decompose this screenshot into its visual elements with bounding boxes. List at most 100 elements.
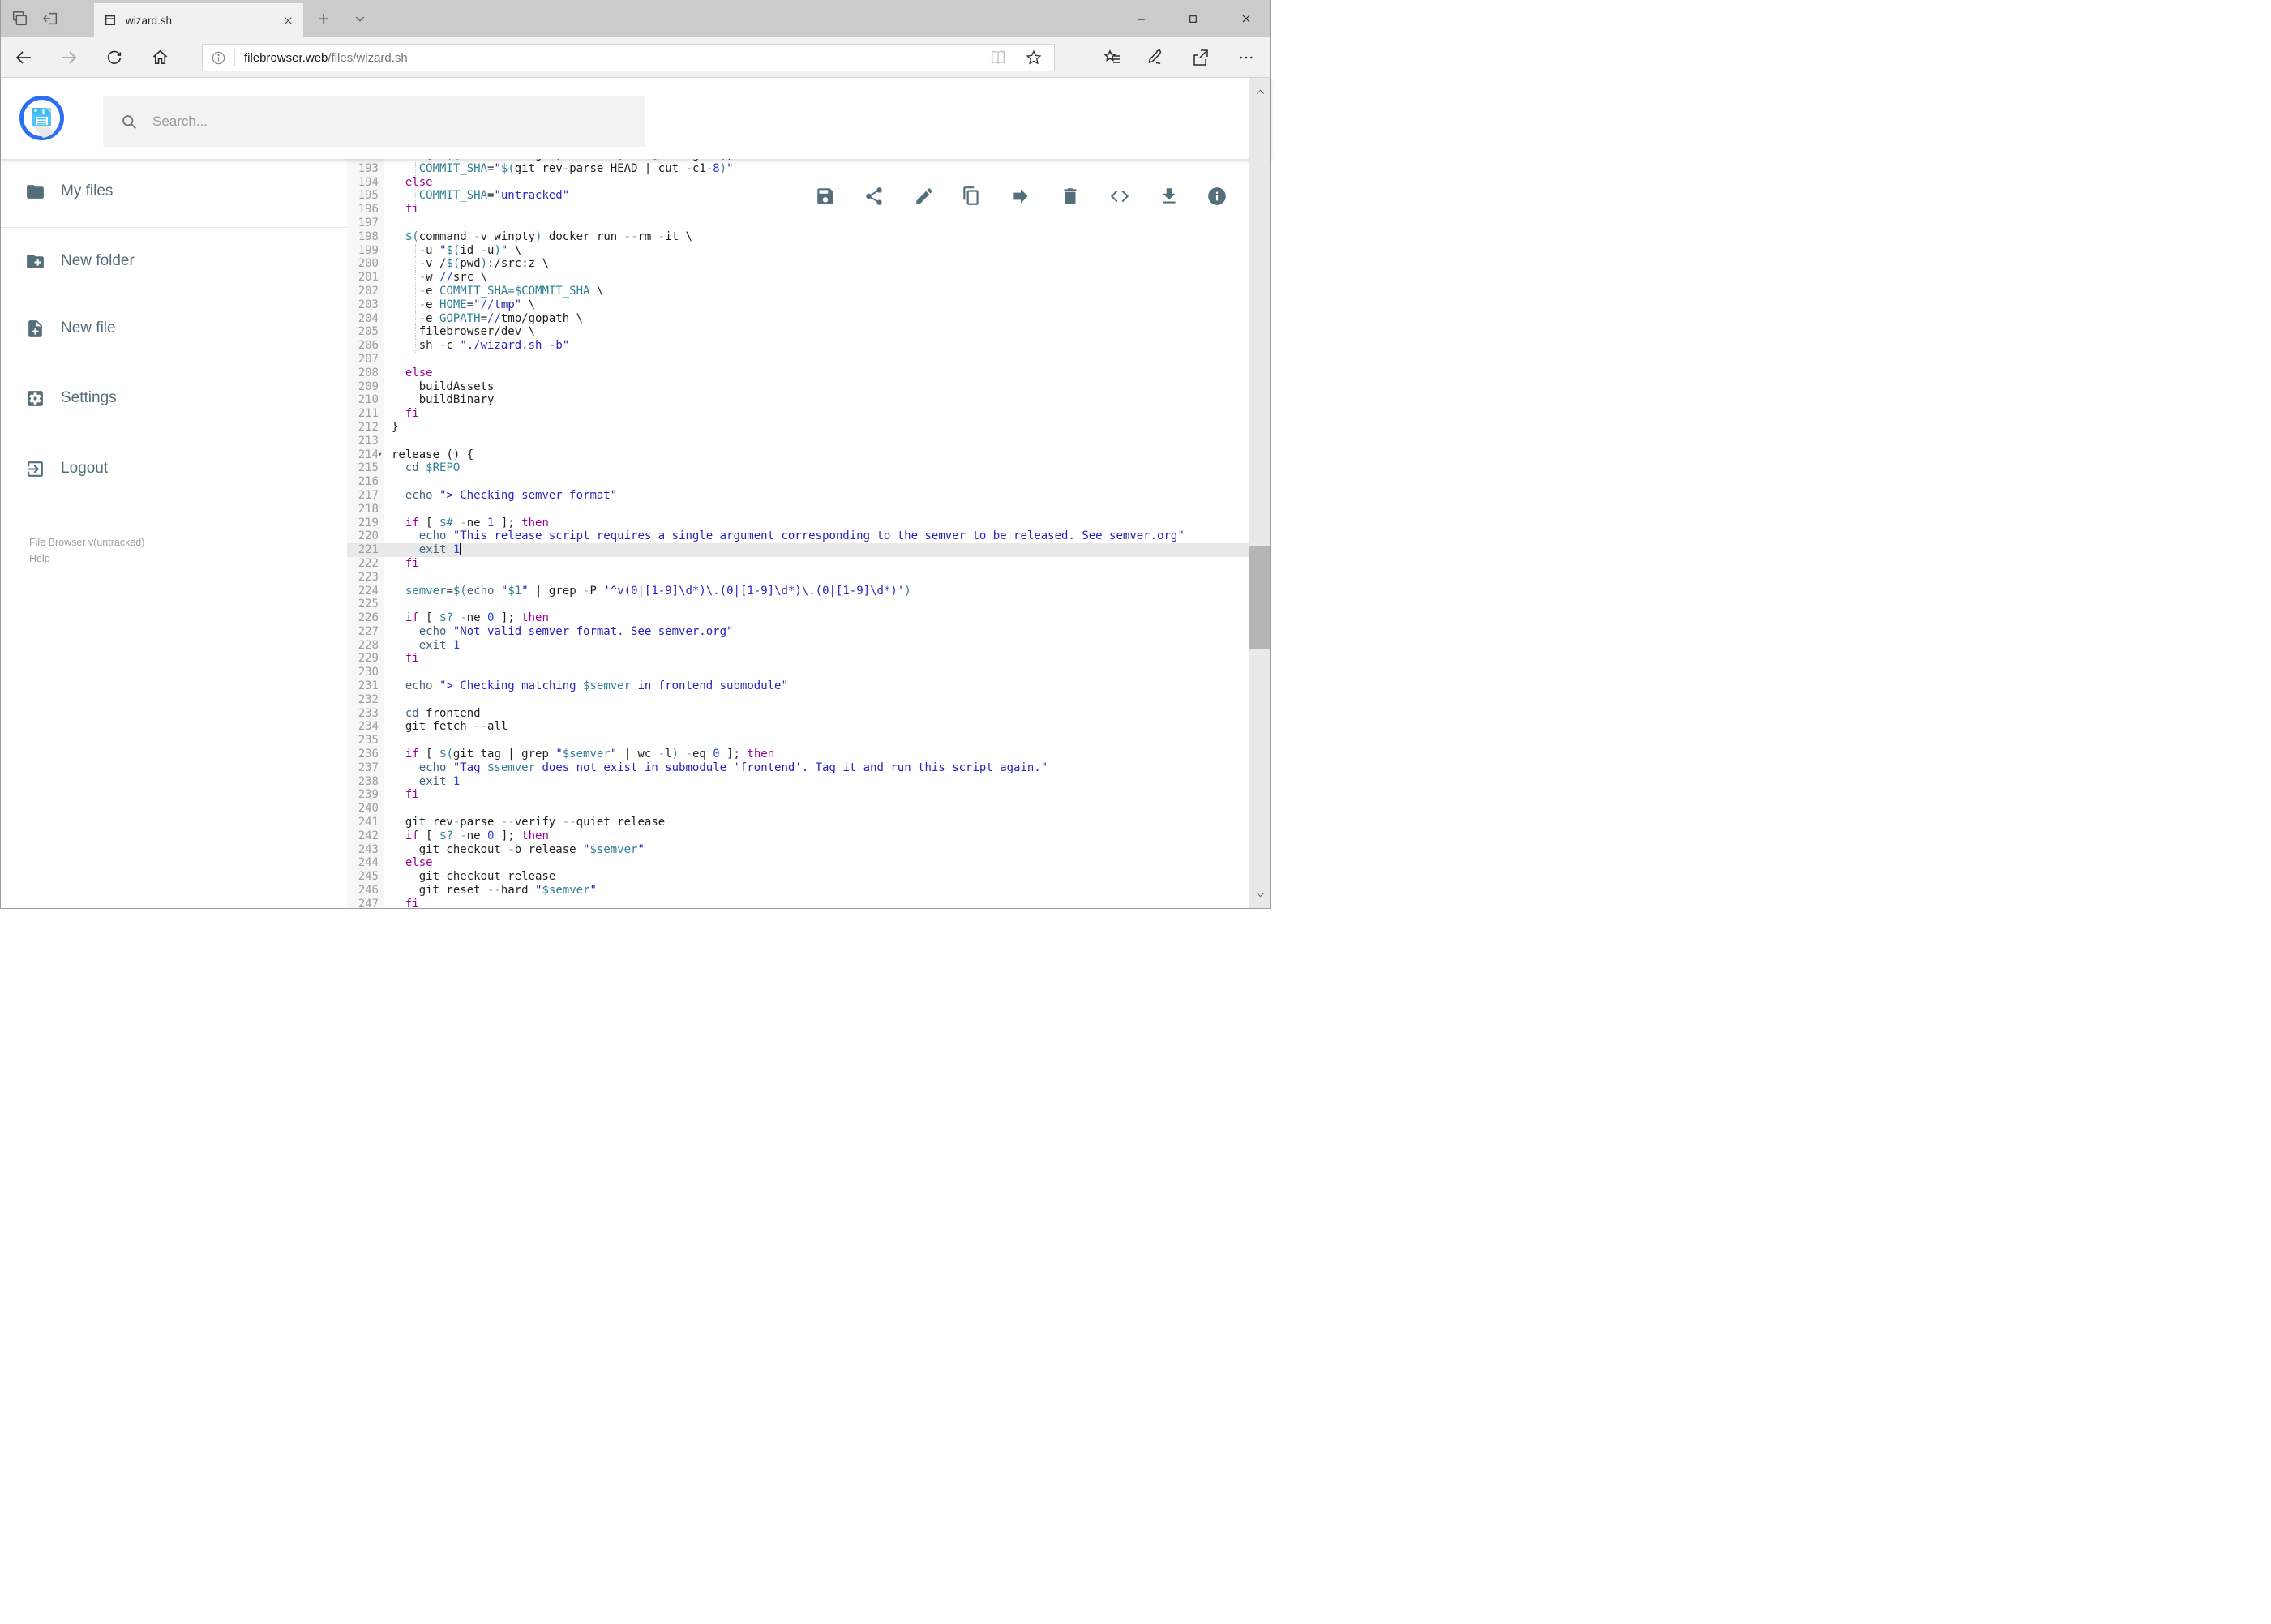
code-line-217[interactable]: 217 echo "> Checking semver format" xyxy=(347,489,1249,503)
sidebar-item-settings[interactable]: Settings xyxy=(1,375,341,421)
settings-more-button[interactable] xyxy=(1228,37,1264,77)
share-button[interactable] xyxy=(1183,37,1219,77)
code-line-204[interactable]: 204 -e GOPATH=//tmp/gopath \ xyxy=(347,311,1249,326)
page-scrollbar[interactable] xyxy=(1249,78,1270,908)
code-line-215[interactable]: 215 cd $REPO xyxy=(347,461,1249,475)
code-line-225[interactable]: 225 xyxy=(347,598,1249,611)
tab-stack-icon xyxy=(11,10,28,28)
code-line-200[interactable]: 200 -v /$(pwd):/src:z \ xyxy=(347,257,1249,272)
browser-tab[interactable]: wizard.sh xyxy=(94,3,303,37)
back-button[interactable] xyxy=(6,37,41,77)
annotate-button[interactable] xyxy=(1138,37,1173,77)
code-line-206[interactable]: 206 sh -c "./wizard.sh -b" xyxy=(347,339,1249,353)
code-line-236[interactable]: 236 if [ $(git tag | grep "$semver" | wc… xyxy=(347,748,1249,761)
floppy-disk-icon xyxy=(32,108,51,126)
scrollbar-thumb[interactable] xyxy=(1249,546,1270,649)
code-line-198[interactable]: 198 $(command -v winpty) docker run --rm… xyxy=(347,230,1249,244)
sidebar-item-logout[interactable]: Logout xyxy=(1,446,341,491)
sidebar-item-new-file[interactable]: New file xyxy=(1,306,341,351)
filebrowser-logo[interactable] xyxy=(19,95,65,141)
code-line-240[interactable]: 240 xyxy=(347,802,1249,816)
code-line-228[interactable]: 228 exit 1 xyxy=(347,639,1249,653)
refresh-button[interactable] xyxy=(96,37,132,77)
code-line-216[interactable]: 216 xyxy=(347,475,1249,489)
code-line-202[interactable]: 202 -e COMMIT_SHA=$COMMIT_SHA \ xyxy=(347,284,1249,298)
code-line-230[interactable]: 230 xyxy=(347,666,1249,679)
reading-view-icon[interactable] xyxy=(989,49,1007,66)
download-button[interactable] xyxy=(1159,186,1180,207)
code-line-232[interactable]: 232 xyxy=(347,693,1249,707)
home-button[interactable] xyxy=(142,37,178,77)
scroll-up-button[interactable] xyxy=(1249,81,1270,102)
code-line-212[interactable]: 212} xyxy=(347,421,1249,435)
code-line-193[interactable]: 193 COMMIT_SHA="$(git rev-parse HEAD | c… xyxy=(347,161,1249,176)
hub-favorites-button[interactable] xyxy=(1095,37,1130,77)
code-line-227[interactable]: 227 echo "Not valid semver format. See s… xyxy=(347,625,1249,639)
tab-close-icon[interactable] xyxy=(283,15,294,26)
tab-preview-button[interactable] xyxy=(7,8,32,29)
code-line-221[interactable]: 221 exit 1 xyxy=(347,543,1249,557)
delete-button[interactable] xyxy=(1060,186,1081,207)
copy-button[interactable] xyxy=(961,186,982,207)
scroll-down-button[interactable] xyxy=(1249,884,1270,905)
code-line-235[interactable]: 235 xyxy=(347,734,1249,748)
code-line-201[interactable]: 201 -w //src \ xyxy=(347,271,1249,285)
raw-code-button[interactable] xyxy=(1109,186,1130,207)
forward-button[interactable] xyxy=(51,37,87,77)
code-line-220[interactable]: 220 echo "This release script requires a… xyxy=(347,529,1249,543)
code-line-246[interactable]: 246 git reset --hard "$semver" xyxy=(347,884,1249,898)
help-link[interactable]: Help xyxy=(29,551,144,567)
new-tab-button[interactable] xyxy=(311,8,336,29)
set-aside-tabs-button[interactable] xyxy=(38,8,62,29)
code-line-247[interactable]: 247 fi xyxy=(347,898,1249,908)
fold-arrow-icon[interactable]: ▾ xyxy=(378,448,382,462)
code-line-226[interactable]: 226 if [ $? -ne 0 ]; then xyxy=(347,611,1249,625)
code-line-229[interactable]: 229 fi xyxy=(347,652,1249,666)
code-line-205[interactable]: 205 filebrowser/dev \ xyxy=(347,325,1249,340)
code-line-208[interactable]: 208 else xyxy=(347,366,1249,380)
code-line-223[interactable]: 223 xyxy=(347,571,1249,585)
code-line-203[interactable]: 203 -e HOME="//tmp" \ xyxy=(347,298,1249,312)
info-button[interactable] xyxy=(1206,186,1228,207)
code-line-218[interactable]: 218 xyxy=(347,503,1249,516)
code-line-209[interactable]: 209 buildAssets xyxy=(347,380,1249,394)
code-line-222[interactable]: 222 fi xyxy=(347,557,1249,571)
code-line-242[interactable]: 242 if [ $? -ne 0 ]; then xyxy=(347,829,1249,843)
save-button[interactable] xyxy=(815,186,836,207)
code-line-243[interactable]: 243 git checkout -b release "$semver" xyxy=(347,843,1249,857)
code-editor[interactable]: 192 if [ "$(command -v git)" != "" ] && … xyxy=(347,159,1249,908)
code-line-238[interactable]: 238 exit 1 xyxy=(347,775,1249,789)
edit-button[interactable] xyxy=(914,186,935,207)
site-info-icon[interactable] xyxy=(211,50,226,66)
code-line-224[interactable]: 224 semver=$(echo "$1" | grep -P '^v(0|[… xyxy=(347,585,1249,598)
code-line-197[interactable]: 197 xyxy=(347,216,1249,230)
code-line-231[interactable]: 231 echo "> Checking matching $semver in… xyxy=(347,679,1249,693)
move-button[interactable] xyxy=(1010,186,1031,207)
address-bar[interactable]: filebrowser.web/files/wizard.sh xyxy=(202,44,1055,71)
code-line-199[interactable]: 199 -u "$(id -u)" \ xyxy=(347,243,1249,258)
window-close-button[interactable] xyxy=(1228,0,1265,37)
code-line-213[interactable]: 213 xyxy=(347,435,1249,448)
search-box[interactable] xyxy=(103,96,645,147)
code-line-214[interactable]: 214 ▾ release () { xyxy=(347,448,1249,462)
code-line-244[interactable]: 244 else xyxy=(347,856,1249,870)
code-line-234[interactable]: 234 git fetch --all xyxy=(347,720,1249,734)
code-line-207[interactable]: 207 xyxy=(347,353,1249,366)
window-maximize-button[interactable] xyxy=(1174,0,1211,37)
code-line-210[interactable]: 210 buildBinary xyxy=(347,393,1249,407)
code-line-219[interactable]: 219 if [ $# -ne 1 ]; then xyxy=(347,516,1249,530)
line-number: 233 xyxy=(358,706,379,720)
code-line-237[interactable]: 237 echo "Tag $semver does not exist in … xyxy=(347,761,1249,775)
share-file-button[interactable] xyxy=(863,186,885,207)
code-line-211[interactable]: 211 fi xyxy=(347,407,1249,421)
sidebar-item-new-folder[interactable]: New folder xyxy=(1,238,341,284)
search-input[interactable] xyxy=(151,113,556,131)
code-line-245[interactable]: 245 git checkout release xyxy=(347,870,1249,884)
favorite-star-icon[interactable] xyxy=(1025,49,1043,66)
code-line-233[interactable]: 233 cd frontend xyxy=(347,707,1249,721)
code-line-241[interactable]: 241 git rev-parse --verify --quiet relea… xyxy=(347,816,1249,829)
code-line-239[interactable]: 239 fi xyxy=(347,788,1249,802)
tab-list-dropdown[interactable] xyxy=(348,8,372,29)
sidebar-item-my-files[interactable]: My files xyxy=(1,169,341,214)
window-minimize-button[interactable] xyxy=(1122,0,1159,37)
